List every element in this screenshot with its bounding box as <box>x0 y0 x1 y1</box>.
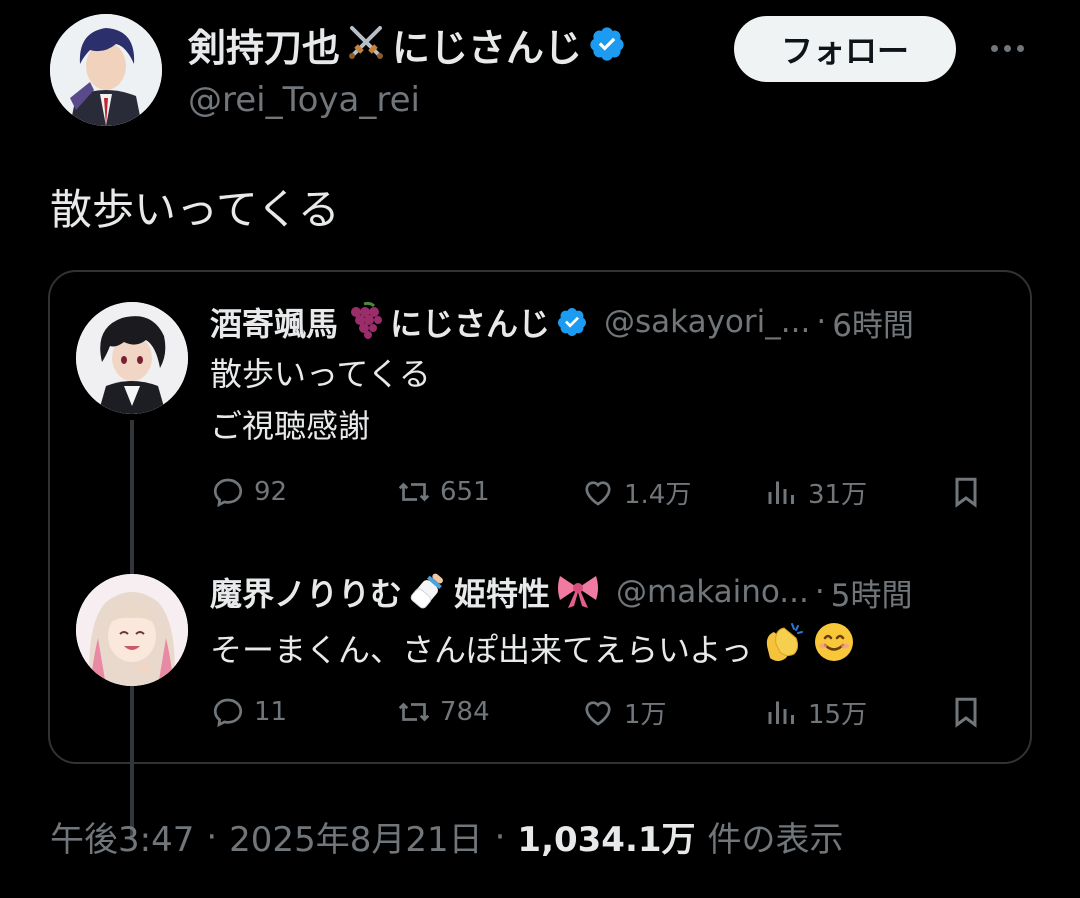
like-count: 1万 <box>624 699 667 730</box>
post-header: 魔界ノりりむ 姫特性 @makaino... · 5時間 <box>210 568 912 616</box>
post-header: 酒寄颯馬 にじさんじ @sakayori_... · 6時間 <box>210 298 914 346</box>
post-author-name[interactable]: 酒寄颯馬 <box>210 299 338 345</box>
post-avatar[interactable] <box>76 302 188 414</box>
like-icon <box>585 701 611 726</box>
post-actions: 11 784 1万 15万 <box>210 692 1000 732</box>
verified-badge-icon <box>588 25 626 63</box>
post-separator: · <box>814 574 825 610</box>
reply-count: 92 <box>254 477 288 507</box>
post-handle[interactable]: @sakayori_... <box>604 304 810 340</box>
grapes-icon <box>344 300 384 344</box>
more-icon[interactable] <box>984 28 1030 68</box>
repost-icon <box>398 482 430 502</box>
repost-button[interactable]: 651 <box>396 472 490 512</box>
views-count: 31万 <box>808 479 868 510</box>
smile-icon <box>812 620 856 679</box>
views-button[interactable]: 15万 <box>764 692 867 732</box>
like-button[interactable]: 1万 <box>580 692 667 732</box>
bookmark-button[interactable] <box>948 472 984 512</box>
views-count: 15万 <box>808 699 868 730</box>
tweet-views-label: 件の表示 <box>707 820 844 860</box>
repost-icon <box>398 702 430 722</box>
views-icon <box>768 481 794 504</box>
verified-badge-icon <box>556 306 588 338</box>
repost-button[interactable]: 784 <box>396 692 490 732</box>
post-handle[interactable]: @makaino... <box>616 574 809 610</box>
post-line: 散歩いってくる <box>210 355 431 393</box>
post-avatar[interactable] <box>76 574 188 686</box>
like-count: 1.4万 <box>624 479 692 510</box>
author-name-text: 剣持刀也 <box>188 25 341 70</box>
post-actions: 92 651 1.4万 31万 <box>210 472 1000 512</box>
tweet-time[interactable]: 午後3:47 <box>50 812 194 861</box>
author-handle[interactable]: @rei_Toya_rei <box>188 80 420 120</box>
reply-button[interactable]: 92 <box>210 472 287 512</box>
post-body: そーまくん、さんぽ出来てえらいよっ <box>210 620 856 679</box>
baby-bottle-icon <box>408 570 448 614</box>
follow-button[interactable]: フォロー <box>734 16 956 82</box>
tweet-views-count: 1,034.1万 <box>517 820 696 860</box>
bookmark-icon <box>955 697 977 728</box>
bookmark-icon <box>955 477 977 508</box>
post-time[interactable]: 6時間 <box>832 300 914 345</box>
views-button[interactable]: 31万 <box>764 472 867 512</box>
tweet-meta: 午後3:47 · 2025年8月21日 · 1,034.1万 件の表示 <box>50 812 844 861</box>
author-name[interactable]: 剣持刀也 にじさんじ <box>188 20 626 70</box>
reply-button[interactable]: 11 <box>210 692 287 732</box>
post-separator: · <box>816 304 827 340</box>
author-name-suffix: にじさんじ <box>392 25 583 70</box>
views-icon <box>768 701 794 724</box>
tweet-date[interactable]: 2025年8月21日 <box>229 812 482 861</box>
post-body: 散歩いってくる ご視聴感謝 <box>210 348 431 452</box>
post-line: ご視聴感謝 <box>210 407 371 445</box>
bookmark-button[interactable] <box>948 692 984 732</box>
quoted-thread-card[interactable]: 酒寄颯馬 にじさんじ @sakayori_... · 6時間 散歩いってくる ご… <box>48 270 1032 840</box>
post-author-suffix[interactable]: にじさんじ <box>390 299 550 345</box>
post-author-name[interactable]: 魔界ノりりむ <box>210 569 402 615</box>
repost-count: 651 <box>440 477 490 507</box>
author-avatar[interactable] <box>50 14 162 126</box>
crossed-swords-icon <box>346 22 386 66</box>
ribbon-icon <box>556 570 600 614</box>
clapping-hands-icon <box>758 620 806 679</box>
like-icon <box>585 481 611 506</box>
tweet-text: 散歩いってくる <box>50 185 340 234</box>
reply-icon <box>213 698 243 728</box>
reply-count: 11 <box>254 697 288 727</box>
post-time[interactable]: 5時間 <box>831 570 913 615</box>
like-button[interactable]: 1.4万 <box>580 472 691 512</box>
post-author-suffix[interactable]: 姫特性 <box>454 569 550 615</box>
meta-separator: · <box>494 816 506 857</box>
reply-icon <box>213 478 243 508</box>
post-line: そーまくん、さんぽ出来てえらいよっ <box>210 630 753 669</box>
repost-count: 784 <box>440 697 490 727</box>
meta-separator: · <box>206 816 218 857</box>
